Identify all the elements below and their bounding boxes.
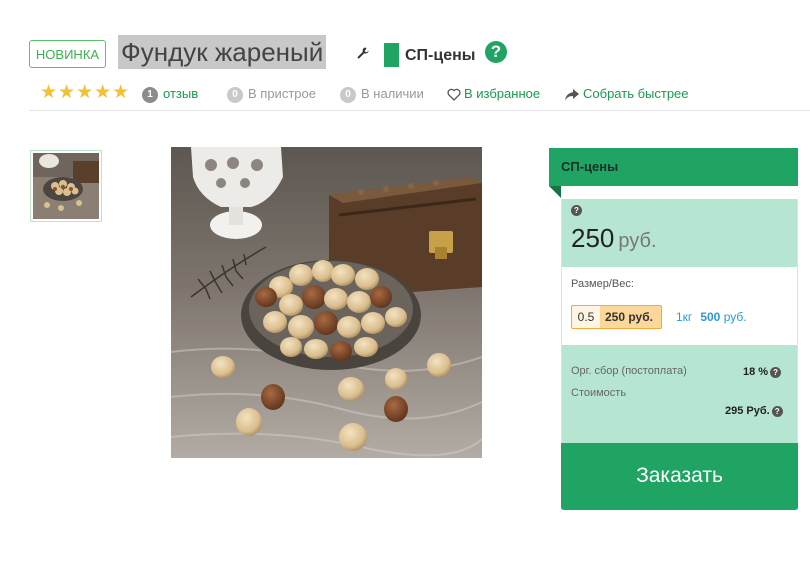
stock-label: В наличии <box>361 86 424 101</box>
thumbnail-image <box>33 153 99 219</box>
new-badge: НОВИНКА <box>29 40 106 68</box>
size-option-weight: 1кг <box>676 310 693 324</box>
stock-count: 0 <box>340 86 356 103</box>
product-title: Фундук жареный <box>118 35 327 69</box>
size-option[interactable]: 1кг 500 руб. <box>676 310 747 324</box>
rating-stars[interactable]: ★★★★★ <box>40 83 130 102</box>
heart-icon <box>447 88 461 101</box>
size-selector: Размер/Вес: 0.5 250 руб. 1кг 500 руб. <box>562 267 797 345</box>
size-option-weight: 0.5 <box>577 310 595 324</box>
org-fee-value: 18 %? <box>743 366 782 378</box>
size-option-price: 500 <box>700 310 721 324</box>
prestore-count: 0 <box>227 86 243 103</box>
share-arrow-icon <box>565 88 579 101</box>
sp-price-marker <box>384 43 399 67</box>
org-fee-label: Орг. сбор (постоплата) <box>571 365 687 377</box>
help-icon[interactable]: ? <box>485 41 507 63</box>
product-main-image[interactable] <box>171 147 482 458</box>
size-option-price: 250 руб. <box>600 306 661 328</box>
collect-faster-label[interactable]: Собрать быстрее <box>583 86 689 101</box>
wrench-icon[interactable] <box>356 46 370 60</box>
reviews-count: 1 <box>142 86 158 103</box>
reviews-link[interactable]: 1 отзыв <box>142 84 198 104</box>
sp-price-label: СП-цены <box>405 47 476 64</box>
cost-label: Стоимость <box>571 387 627 399</box>
price-currency: руб. <box>618 230 657 252</box>
prestore-status: 0 В пристрое <box>227 84 316 104</box>
panel-header-fold <box>549 186 561 198</box>
add-to-favorites-link[interactable]: В избранное <box>447 84 540 104</box>
question-icon[interactable]: ? <box>571 205 582 216</box>
prestore-label: В пристрое <box>248 86 316 101</box>
cost-value: 295 Руб.? <box>725 405 783 417</box>
header-divider <box>29 110 810 111</box>
org-fee-amount: 18 % <box>743 366 769 378</box>
favorites-label[interactable]: В избранное <box>464 86 540 101</box>
sp-price-panel-header: СП-цены <box>549 148 798 186</box>
question-icon[interactable]: ? <box>771 405 783 417</box>
order-button[interactable]: Заказать <box>561 443 798 510</box>
question-icon[interactable]: ? <box>770 366 782 378</box>
reviews-label[interactable]: отзыв <box>163 86 198 101</box>
size-option-currency: руб. <box>723 310 747 324</box>
price-panel: ? 250 руб. Размер/Вес: 0.5 250 руб. 1кг 50… <box>561 199 798 510</box>
collect-faster-link[interactable]: Собрать быстрее <box>565 84 689 104</box>
fee-box: Орг. сбор (постоплата) 18 %? Стоимость 2… <box>562 345 797 443</box>
price-display: 250 руб. <box>571 223 657 254</box>
cost-amount: 295 Руб. <box>725 405 770 417</box>
price-value: 250 <box>571 223 615 253</box>
size-option-selected[interactable]: 0.5 250 руб. <box>571 305 662 329</box>
size-label: Размер/Вес: <box>571 278 634 290</box>
product-thumbnail[interactable] <box>30 150 102 222</box>
price-box: ? 250 руб. <box>562 199 797 267</box>
stock-status: 0 В наличии <box>340 84 424 104</box>
